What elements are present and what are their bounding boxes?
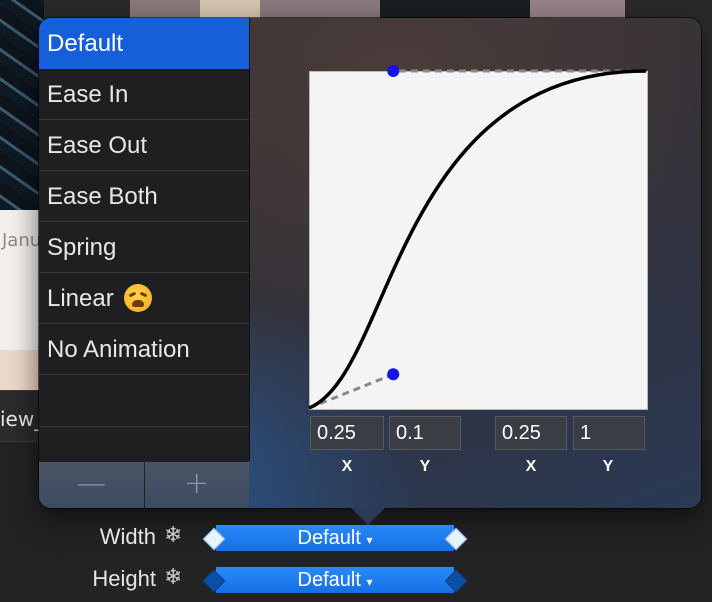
animation-curve-popover: Default Ease In Ease Out Ease Both Sprin… [39, 18, 701, 525]
preset-item-default[interactable]: Default [39, 18, 249, 69]
bezier-curve-graph [308, 65, 647, 410]
height-curve-dropdown[interactable]: Default ▾ [216, 567, 454, 593]
remove-preset-button[interactable]: — [39, 462, 145, 508]
preset-label: Ease Out [47, 131, 148, 159]
width-curve-value: Default [297, 527, 361, 549]
curve-preset-list: Default Ease In Ease Out Ease Both Sprin… [39, 18, 250, 461]
preset-label: Ease In [47, 80, 129, 108]
handle-1-line [308, 372, 394, 410]
width-curve-dropdown[interactable]: Default ▾ [216, 525, 454, 551]
preset-item-ease-out[interactable]: Ease Out [39, 120, 249, 171]
add-preset-button[interactable]: + [145, 462, 250, 508]
snowflake-icon[interactable]: ❄ [164, 565, 182, 590]
preset-item-ease-both[interactable]: Ease Both [39, 171, 249, 222]
p2-x-input[interactable]: 0.25 [495, 416, 567, 450]
p2-x-label: X [525, 458, 537, 475]
preset-item-empty [39, 375, 249, 427]
background-thumbnail [130, 0, 200, 20]
preset-label: Linear [47, 284, 114, 312]
background-thumbnail [200, 0, 260, 20]
background-card: Janu [0, 210, 44, 390]
background-panel-edge [700, 20, 712, 440]
preset-item-linear[interactable]: Linear [39, 273, 249, 324]
width-label: Width [99, 524, 156, 549]
background-card-date: Janu [2, 230, 42, 251]
background-thumbnail [530, 0, 625, 20]
background-layer-label: iew_ [0, 407, 45, 431]
background-image-thumbnail [0, 0, 44, 210]
background-toolbar [0, 0, 712, 20]
preset-item-no-animation[interactable]: No Animation [39, 324, 249, 375]
popover-body: Default Ease In Ease Out Ease Both Sprin… [39, 18, 701, 508]
chevron-down-icon: ▾ [366, 533, 373, 547]
p2-y-input[interactable]: 1 [573, 416, 645, 450]
p2-y-label: Y [602, 458, 614, 475]
p1-y-label: Y [419, 458, 431, 475]
background-thumbnail [380, 0, 530, 20]
background-thumbnail [260, 0, 380, 20]
preset-label: Default [47, 29, 124, 57]
background-layer-row: iew_ [0, 390, 44, 442]
preset-item-ease-in[interactable]: Ease In [39, 69, 249, 120]
p1-x-input[interactable]: 0.25 [310, 416, 384, 450]
height-label: Height [92, 566, 156, 591]
preset-item-spring[interactable]: Spring [39, 222, 249, 273]
popover-arrow [350, 507, 386, 525]
p1-x-label: X [341, 458, 353, 475]
preset-label: No Animation [47, 335, 190, 363]
control-point-1-handle[interactable] [387, 368, 400, 381]
chevron-down-icon: ▾ [366, 575, 373, 589]
control-point-2-handle[interactable] [387, 65, 400, 77]
p1-y-input[interactable]: 0.1 [389, 416, 461, 450]
weary-face-emoji-icon [123, 284, 152, 312]
height-curve-value: Default [297, 569, 361, 591]
preset-label: Spring [47, 233, 117, 261]
preset-label: Ease Both [47, 182, 158, 210]
snowflake-icon[interactable]: ❄ [164, 523, 182, 548]
bezier-curve [308, 69, 647, 410]
preset-list-controls: — + [39, 461, 249, 508]
